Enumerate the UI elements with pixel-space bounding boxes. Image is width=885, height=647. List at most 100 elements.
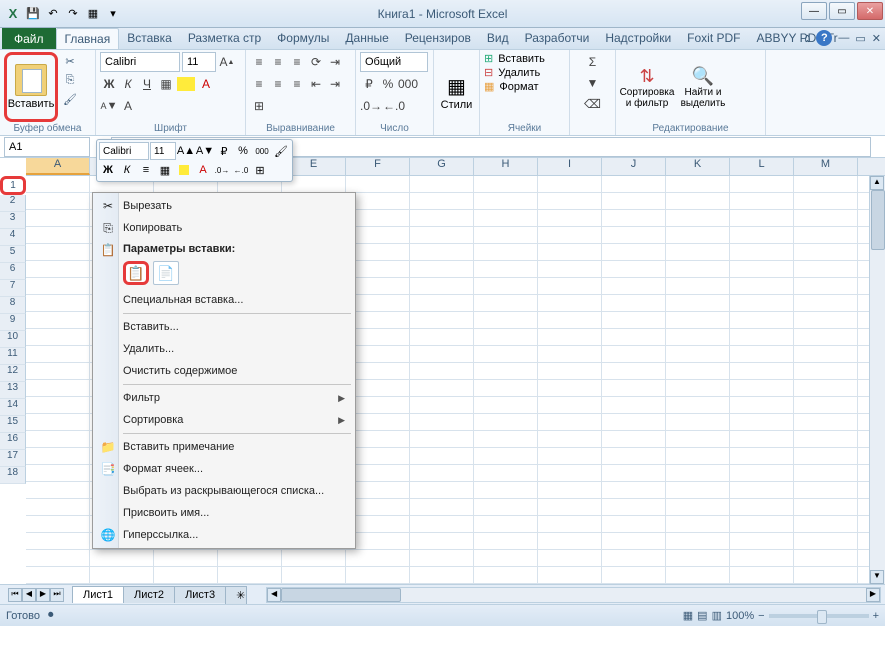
col-header-m[interactable]: M xyxy=(794,158,858,175)
col-header-i[interactable]: I xyxy=(538,158,602,175)
font-color-button[interactable]: A xyxy=(197,74,215,94)
mini-merge-icon[interactable]: ⊞ xyxy=(251,161,269,179)
align-middle-icon[interactable]: ≡ xyxy=(269,52,287,72)
row-header-3[interactable]: 3 xyxy=(0,212,26,229)
cm-paste-special[interactable]: Специальная вставка... xyxy=(95,289,353,311)
qat-dropdown-icon[interactable]: ▾ xyxy=(104,5,122,23)
col-header-a[interactable]: A xyxy=(26,158,90,175)
tab-data[interactable]: Данные xyxy=(337,28,396,49)
tab-addins[interactable]: Надстройки xyxy=(597,28,679,49)
new-sheet-tab[interactable]: ✳ xyxy=(225,586,247,604)
tab-formulas[interactable]: Формулы xyxy=(269,28,337,49)
h-scroll-thumb[interactable] xyxy=(281,588,401,602)
row-header-11[interactable]: 11 xyxy=(0,348,26,365)
sheet-nav-next-icon[interactable]: ▶ xyxy=(36,588,50,602)
cells-insert-icon[interactable]: ⊞ xyxy=(484,52,493,65)
row-header-13[interactable]: 13 xyxy=(0,382,26,399)
col-header-k[interactable]: K xyxy=(666,158,730,175)
row-header-6[interactable]: 6 xyxy=(0,263,26,280)
cm-insert[interactable]: Вставить... xyxy=(95,316,353,338)
doc-close-icon[interactable]: ✕ xyxy=(872,32,881,45)
cells-format-label[interactable]: Формат xyxy=(499,81,538,93)
ribbon-mode-icon[interactable]: ۵ xyxy=(804,32,810,45)
increase-indent-icon[interactable]: ⇥ xyxy=(326,74,344,94)
cells-delete-icon[interactable]: ⊟ xyxy=(484,66,493,79)
col-header-j[interactable]: J xyxy=(602,158,666,175)
v-scroll-thumb[interactable] xyxy=(871,190,885,250)
font-a-icon[interactable]: A xyxy=(119,96,137,116)
sheet-tab-3[interactable]: Лист3 xyxy=(174,586,226,603)
wrap-text-icon[interactable]: ⇥ xyxy=(326,52,344,72)
tab-foxit[interactable]: Foxit PDF xyxy=(679,28,748,49)
mini-border-icon[interactable]: ▦ xyxy=(156,161,174,179)
paste-option-values[interactable]: 📄 xyxy=(153,261,179,285)
font-name-combo[interactable]: Calibri xyxy=(100,52,180,72)
row-header-15[interactable]: 15 xyxy=(0,416,26,433)
row-header-2[interactable]: 2 xyxy=(0,195,26,212)
shrink-font-icon[interactable]: A▼ xyxy=(100,96,118,116)
cm-dropdown-select[interactable]: Выбрать из раскрывающегося списка... xyxy=(95,480,353,502)
scroll-left-icon[interactable]: ◀ xyxy=(267,588,281,602)
merge-icon[interactable]: ⊞ xyxy=(250,96,268,116)
align-bottom-icon[interactable]: ≡ xyxy=(288,52,306,72)
mini-font-combo[interactable]: Calibri xyxy=(99,142,149,160)
increase-decimal-icon[interactable]: .0→ xyxy=(360,96,382,116)
mini-shrink-font-icon[interactable]: A▼ xyxy=(196,142,214,160)
mini-comma-icon[interactable]: 000 xyxy=(253,142,271,160)
orientation-icon[interactable]: ⟳ xyxy=(307,52,325,72)
mini-format-painter-icon[interactable]: 🖌 xyxy=(272,142,290,160)
cm-hyperlink[interactable]: 🌐 Гиперссылка... xyxy=(95,524,353,546)
decrease-decimal-icon[interactable]: ←.0 xyxy=(383,96,405,116)
view-break-icon[interactable]: ▥ xyxy=(712,609,722,622)
redo-icon[interactable]: ↷ xyxy=(64,5,82,23)
comma-icon[interactable]: 000 xyxy=(398,74,418,94)
mini-italic-icon[interactable]: К xyxy=(118,161,136,179)
scroll-down-icon[interactable]: ▼ xyxy=(870,570,884,584)
row-header-18[interactable]: 18 xyxy=(0,467,26,484)
file-tab[interactable]: Файл xyxy=(2,28,56,49)
mini-fill-icon[interactable] xyxy=(175,161,193,179)
scroll-right-icon[interactable]: ▶ xyxy=(866,588,880,602)
tab-review[interactable]: Рецензиров xyxy=(397,28,479,49)
mini-align-icon[interactable]: ≡ xyxy=(137,161,155,179)
paste-button[interactable]: Вставить xyxy=(4,52,58,122)
qat-icon-1[interactable]: ▦ xyxy=(84,5,102,23)
col-header-f[interactable]: F xyxy=(346,158,410,175)
mini-font-color-icon[interactable]: A xyxy=(194,161,212,179)
sheet-tab-1[interactable]: Лист1 xyxy=(72,586,124,603)
sheet-nav-first-icon[interactable]: ⏮ xyxy=(8,588,22,602)
copy-icon[interactable]: ⎘ xyxy=(60,71,80,89)
cm-delete[interactable]: Удалить... xyxy=(95,338,353,360)
row-header-4[interactable]: 4 xyxy=(0,229,26,246)
doc-minimize-icon[interactable]: — xyxy=(838,32,849,44)
cm-copy[interactable]: ⎘ Копировать xyxy=(95,217,353,239)
tab-view[interactable]: Вид xyxy=(479,28,517,49)
mini-inc-decimal-icon[interactable]: .0→ xyxy=(213,161,231,179)
zoom-level[interactable]: 100% xyxy=(726,610,754,622)
sheet-tab-2[interactable]: Лист2 xyxy=(123,586,175,603)
row-header-7[interactable]: 7 xyxy=(0,280,26,297)
tab-page-layout[interactable]: Разметка стр xyxy=(180,28,269,49)
percent-icon[interactable]: % xyxy=(379,74,397,94)
mini-size-combo[interactable]: 11 xyxy=(150,142,176,160)
sheet-nav-prev-icon[interactable]: ◀ xyxy=(22,588,36,602)
row-header-17[interactable]: 17 xyxy=(0,450,26,467)
cells-format-icon[interactable]: ▦ xyxy=(484,80,494,93)
mini-currency-icon[interactable]: ₽ xyxy=(215,142,233,160)
tab-home[interactable]: Главная xyxy=(56,28,120,49)
scroll-up-icon[interactable]: ▲ xyxy=(870,176,884,190)
cells-insert-label[interactable]: Вставить xyxy=(498,53,545,65)
bold-button[interactable]: Ж xyxy=(100,74,118,94)
doc-restore-icon[interactable]: ▭ xyxy=(855,32,865,45)
close-button[interactable]: ✕ xyxy=(857,2,883,20)
excel-icon[interactable]: X xyxy=(4,5,22,23)
mini-percent-icon[interactable]: % xyxy=(234,142,252,160)
sheet-nav-last-icon[interactable]: ⏭ xyxy=(50,588,64,602)
sort-filter-button[interactable]: ⇅ Сортировка и фильтр xyxy=(620,52,674,122)
mini-grow-font-icon[interactable]: A▲ xyxy=(177,142,195,160)
name-box[interactable]: A1 xyxy=(4,137,90,157)
underline-button[interactable]: Ч xyxy=(138,74,156,94)
maximize-button[interactable]: ▭ xyxy=(829,2,855,20)
cm-define-name[interactable]: Присвоить имя... xyxy=(95,502,353,524)
fill-down-icon[interactable]: ▼ xyxy=(574,73,611,93)
